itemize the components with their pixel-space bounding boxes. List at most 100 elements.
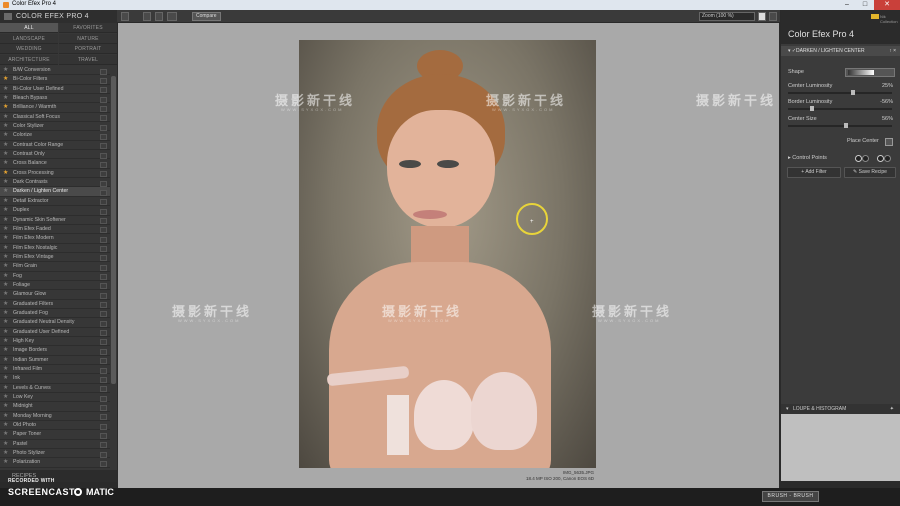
center-size-knob[interactable] [844, 123, 848, 128]
filter-list-scrollbar[interactable] [111, 76, 116, 384]
favorite-star-icon[interactable]: ★ [3, 197, 8, 206]
filter-list-item[interactable]: ★ Infrared Film [0, 365, 110, 375]
filter-checkbox[interactable] [100, 339, 107, 346]
filter-checkbox[interactable] [100, 171, 107, 178]
filter-list-item[interactable]: ★ B/W Conversion [0, 66, 110, 76]
place-center-button[interactable] [885, 138, 893, 146]
filter-checkbox[interactable] [100, 376, 107, 383]
favorite-star-icon[interactable]: ★ [3, 103, 8, 112]
filter-list-item[interactable]: ★ Graduated Fog [0, 309, 110, 319]
favorite-star-icon[interactable]: ★ [3, 66, 8, 75]
filter-checkbox[interactable] [100, 395, 107, 402]
center-luminosity-knob[interactable] [850, 90, 855, 95]
add-control-point-icon[interactable] [855, 155, 862, 162]
favorite-star-icon[interactable]: ★ [3, 281, 8, 290]
filter-checkbox[interactable] [100, 77, 107, 84]
filter-list-item[interactable]: ★ Paper Toner [0, 430, 110, 440]
filter-list-item[interactable]: ★ Colorize [0, 131, 110, 141]
add-filter-button[interactable]: + Add Filter [787, 167, 841, 178]
filter-list-item[interactable]: ★ Bi-Color Filters [0, 75, 110, 85]
filter-list-item[interactable]: ★ Photo Stylizer [0, 449, 110, 459]
filter-checkbox[interactable] [100, 274, 107, 281]
control-point-cursor[interactable]: + [516, 203, 548, 235]
filter-list-item[interactable]: ★ Cross Balance [0, 159, 110, 169]
filter-list-item[interactable]: ★ Dark Contrasts [0, 178, 110, 188]
filter-list-item[interactable]: ★ Contrast Only [0, 150, 110, 160]
filter-checkbox[interactable] [100, 320, 107, 327]
favorite-star-icon[interactable]: ★ [3, 393, 8, 402]
favorite-star-icon[interactable]: ★ [3, 234, 8, 243]
favorite-star-icon[interactable]: ★ [3, 318, 8, 327]
favorite-star-icon[interactable]: ★ [3, 402, 8, 411]
favorite-star-icon[interactable]: ★ [3, 430, 8, 439]
split-view-icon[interactable] [155, 12, 163, 21]
filter-list-item[interactable]: ★ Color Stylizer [0, 122, 110, 132]
favorite-star-icon[interactable]: ★ [3, 159, 8, 168]
image-canvas[interactable]: + IMG_5635.JPG 18.4 MP ISO 200, Canon EO… [118, 23, 779, 488]
toggle-panel-icon[interactable] [121, 12, 129, 21]
favorite-star-icon[interactable]: ★ [3, 122, 8, 131]
filter-list-item[interactable]: ★ Monday Morning [0, 412, 110, 422]
loupe-histogram-header[interactable]: ▾ LOUPE & HISTOGRAM ✦ [781, 404, 900, 414]
filter-checkbox[interactable] [100, 283, 107, 290]
filter-checkbox[interactable] [100, 143, 107, 150]
filter-checkbox[interactable] [100, 227, 107, 234]
filter-checkbox[interactable] [100, 87, 107, 94]
single-view-icon[interactable] [143, 12, 151, 21]
filter-checkbox[interactable] [100, 302, 107, 309]
favorite-star-icon[interactable]: ★ [3, 440, 8, 449]
filter-list-item[interactable]: ★ Contrast Color Range [0, 141, 110, 151]
filter-checkbox[interactable] [100, 451, 107, 458]
favorite-star-icon[interactable]: ★ [3, 150, 8, 159]
category-tab[interactable]: ALL [0, 23, 58, 33]
category-tab[interactable]: FAVORITES [59, 23, 117, 33]
filter-checkbox[interactable] [100, 96, 107, 103]
filter-checkbox[interactable] [100, 292, 107, 299]
favorite-star-icon[interactable]: ★ [3, 374, 8, 383]
filter-list-item[interactable]: ★ Cross Processing [0, 169, 110, 179]
side-by-side-view-icon[interactable] [167, 12, 177, 21]
filter-list-item[interactable]: ★ Bi-Color User Defined [0, 85, 110, 95]
filter-checkbox[interactable] [100, 264, 107, 271]
filter-list-item[interactable]: ★ Graduated Filters [0, 300, 110, 309]
center-luminosity-slider[interactable] [788, 90, 892, 95]
loupe-expand-icon[interactable]: ▾ [786, 404, 789, 414]
border-luminosity-slider[interactable] [788, 106, 892, 111]
filter-checkbox[interactable] [100, 105, 107, 112]
toggle-right-panel-icon[interactable] [769, 12, 777, 21]
filter-list-item[interactable]: ★ Classical Soft Focus [0, 113, 110, 123]
filter-list-item[interactable]: ★ Dynamic Skin Softener [0, 216, 110, 225]
favorite-star-icon[interactable]: ★ [3, 85, 8, 94]
favorite-star-icon[interactable]: ★ [3, 300, 8, 309]
favorite-star-icon[interactable]: ★ [3, 131, 8, 140]
favorite-star-icon[interactable]: ★ [3, 206, 8, 215]
filter-list-item[interactable]: ★ Levels & Curves [0, 384, 110, 394]
filter-checkbox[interactable] [100, 199, 107, 206]
control-point-options-icon[interactable] [884, 155, 891, 162]
filter-list-item[interactable]: ★ Detail Extractor [0, 197, 110, 207]
category-tab[interactable]: WEDDING [0, 44, 58, 54]
filter-checkbox[interactable] [100, 432, 107, 439]
filter-options-icon[interactable]: ↑ × [889, 46, 896, 56]
filter-checkbox[interactable] [100, 367, 107, 374]
filter-list-item[interactable]: ★ Ink [0, 374, 110, 384]
filter-checkbox[interactable] [100, 208, 107, 215]
favorite-star-icon[interactable]: ★ [3, 225, 8, 234]
filter-checkbox[interactable] [100, 246, 107, 253]
filter-checkbox[interactable] [100, 161, 107, 168]
filter-list-item[interactable]: ★ Old Photo [0, 421, 110, 431]
filter-list-item[interactable]: ★ Film Efex Modern [0, 234, 110, 244]
filter-checkbox[interactable] [100, 68, 107, 75]
filter-checkbox[interactable] [100, 330, 107, 337]
filter-checkbox[interactable] [100, 311, 107, 318]
filter-checkbox[interactable] [100, 255, 107, 262]
filter-checkbox[interactable] [100, 124, 107, 131]
filter-checkbox[interactable] [100, 189, 107, 196]
favorite-star-icon[interactable]: ★ [3, 365, 8, 374]
filter-checkbox[interactable] [100, 218, 107, 224]
favorite-star-icon[interactable]: ★ [3, 262, 8, 271]
filter-list-item[interactable]: ★ Graduated User Defined [0, 328, 110, 337]
favorite-star-icon[interactable]: ★ [3, 94, 8, 103]
filter-checkbox[interactable] [100, 414, 107, 421]
favorite-star-icon[interactable]: ★ [3, 272, 8, 281]
